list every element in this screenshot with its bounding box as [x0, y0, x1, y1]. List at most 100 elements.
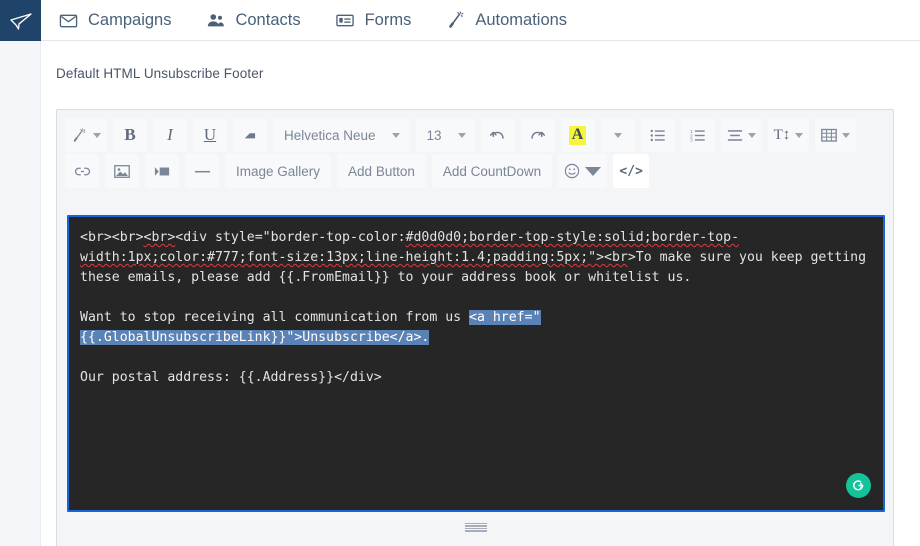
- video-icon: [154, 165, 171, 178]
- grip-line: [465, 530, 487, 532]
- text-color-letter: A: [569, 126, 587, 145]
- bold-button[interactable]: B: [113, 118, 147, 152]
- group-text-color: A: [561, 118, 595, 152]
- unordered-list-button[interactable]: [641, 118, 675, 152]
- chevron-down-icon: [93, 133, 101, 138]
- insert-link-button[interactable]: [65, 154, 99, 188]
- app-root: Campaigns Contacts: [0, 0, 920, 546]
- code-token-spellcheck: #d0d0d0;border-top-style:solid;border-to…: [406, 230, 739, 245]
- smiley-icon: [564, 163, 580, 179]
- people-icon: [205, 10, 226, 31]
- redo-arrow-icon: [529, 128, 546, 143]
- add-button-button[interactable]: Add Button: [337, 154, 426, 188]
- envelope-icon: [58, 10, 79, 31]
- redo-button[interactable]: [521, 118, 555, 152]
- minus-icon: [194, 169, 211, 174]
- group-add-countdown: Add CountDown: [432, 154, 552, 188]
- chevron-down-icon: [748, 133, 756, 138]
- group-inline-format: B: [113, 118, 147, 152]
- group-clear-format: [233, 118, 267, 152]
- grip-line: [465, 528, 487, 530]
- grammarly-badge[interactable]: [846, 473, 871, 498]
- code-token-spellcheck: width:1px;color:#777;font-size:13px;line…: [80, 250, 612, 265]
- code-token-spellcheck: br: [612, 250, 628, 265]
- table-grid-icon: [821, 128, 837, 143]
- paper-plane-icon: [9, 9, 33, 33]
- nav-item-campaigns[interactable]: Campaigns: [58, 0, 189, 41]
- code-content[interactable]: <br><br><br><div style="border-top-color…: [69, 217, 883, 388]
- italic-button[interactable]: I: [153, 118, 187, 152]
- bullet-list-icon: [650, 128, 666, 143]
- chevron-down-icon: [614, 133, 622, 138]
- svg-text:3: 3: [690, 137, 693, 142]
- add-countdown-button[interactable]: Add CountDown: [432, 154, 552, 188]
- group-undo: [481, 118, 515, 152]
- code-token: <div style="border-top-color:: [175, 230, 405, 245]
- emoji-button[interactable]: [558, 154, 607, 188]
- undo-arrow-icon: [489, 128, 506, 143]
- eraser-icon: [243, 128, 258, 143]
- group-emoji: [558, 154, 607, 188]
- field-label: Default HTML Unsubscribe Footer: [56, 66, 263, 81]
- line-height-label: T↕: [774, 127, 791, 144]
- font-family-value: Helvetica Neue: [273, 118, 387, 152]
- magic-styles-button[interactable]: [65, 118, 107, 152]
- code-token: Our postal address: {{.Address}}</div>: [80, 370, 382, 385]
- align-button[interactable]: [721, 118, 762, 152]
- main-content: Default HTML Unsubscribe Footer: [41, 41, 920, 546]
- underline-button[interactable]: U: [193, 118, 227, 152]
- group-link: [65, 154, 99, 188]
- toolbar-row-2: Image Gallery Add Button Add CountDown: [65, 154, 885, 188]
- font-size-value: 13: [416, 118, 453, 152]
- undo-button[interactable]: [481, 118, 515, 152]
- image-gallery-button[interactable]: Image Gallery: [225, 154, 331, 188]
- group-align: [721, 118, 762, 152]
- group-numbered-list: 1 2 3: [681, 118, 715, 152]
- chevron-down-icon: [795, 133, 803, 138]
- nav-label-campaigns: Campaigns: [88, 12, 171, 29]
- group-video: [145, 154, 179, 188]
- font-family-select[interactable]: Helvetica Neue: [273, 118, 410, 152]
- app-logo[interactable]: [0, 0, 41, 41]
- line-height-button[interactable]: T↕: [768, 118, 810, 152]
- code-view-button[interactable]: </>: [613, 154, 649, 188]
- magic-wand-icon: [445, 10, 466, 31]
- nav-label-forms: Forms: [365, 12, 412, 29]
- group-image-gallery: Image Gallery: [225, 154, 331, 188]
- code-token: >: [628, 250, 636, 265]
- horizontal-rule-button[interactable]: [185, 154, 219, 188]
- grammarly-icon: [850, 477, 867, 494]
- insert-image-button[interactable]: [105, 154, 139, 188]
- resize-handle[interactable]: [465, 523, 487, 532]
- ordered-list-button[interactable]: 1 2 3: [681, 118, 715, 152]
- table-button[interactable]: [815, 118, 856, 152]
- nav-label-automations: Automations: [475, 12, 567, 29]
- text-color-button[interactable]: A: [561, 118, 595, 152]
- left-sidebar-rail: [0, 41, 41, 546]
- group-underline: U: [193, 118, 227, 152]
- group-hr: [185, 154, 219, 188]
- group-table: [815, 118, 856, 152]
- nav-item-contacts[interactable]: Contacts: [205, 0, 318, 41]
- clear-formatting-button[interactable]: [233, 118, 267, 152]
- nav-label-contacts: Contacts: [235, 12, 300, 29]
- grip-line: [465, 525, 487, 527]
- group-text-color-more: [601, 118, 635, 152]
- group-italic: I: [153, 118, 187, 152]
- chevron-down-icon: [458, 133, 466, 138]
- text-color-more-button[interactable]: [601, 118, 635, 152]
- font-size-select[interactable]: 13: [416, 118, 475, 152]
- toolbar-row-1: B I U: [65, 118, 885, 152]
- image-icon: [114, 164, 130, 179]
- group-line-height: T↕: [768, 118, 810, 152]
- code-token: Want to stop receiving all communication…: [80, 310, 469, 325]
- rich-text-editor: B I U: [56, 109, 894, 546]
- html-code-editor[interactable]: <br><br><br><div style="border-top-color…: [67, 215, 885, 512]
- insert-video-button[interactable]: [145, 154, 179, 188]
- numbered-list-icon: 1 2 3: [690, 128, 706, 143]
- group-bullet-list: [641, 118, 675, 152]
- code-token-spellcheck: <br>: [144, 230, 176, 245]
- nav-item-forms[interactable]: Forms: [335, 0, 430, 41]
- grip-line: [465, 523, 487, 525]
- nav-item-automations[interactable]: Automations: [445, 0, 585, 41]
